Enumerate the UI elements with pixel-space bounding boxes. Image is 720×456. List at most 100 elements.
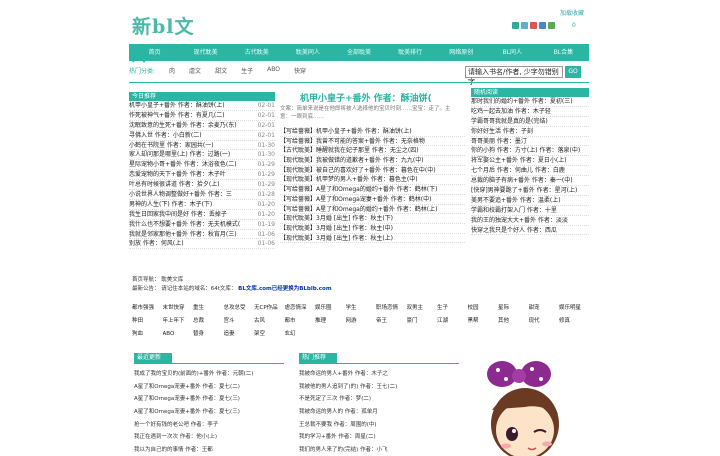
list-item[interactable]: 我的学习+番外 作者：周星(二) [299, 431, 459, 444]
tag-link[interactable]: 总裁 [193, 317, 224, 325]
list-item[interactable]: 【现代耽美】3月婚 [出生] 作者：秋主(上) [280, 234, 465, 244]
tag-link[interactable]: 娱乐圈 [315, 304, 346, 312]
share-renren-icon[interactable] [539, 22, 546, 29]
tag-link[interactable]: 都市 [285, 317, 316, 325]
list-item[interactable]: 【写给蔷薇】A星了和Omega宠妻+番外 作者：鹤林(中) [280, 195, 465, 205]
tag-link[interactable]: 无CP作品 [254, 304, 285, 312]
list-item[interactable]: A星了和Omega宠妻+番外 作者：夏七(二) [134, 381, 284, 394]
list-item[interactable]: 那时我们的婚约+番外 作者：夏初(三) [471, 97, 589, 107]
list-item[interactable]: 我成了我的宝贝的(前面的)+番外 作者：元朝(二) [134, 368, 284, 381]
share-plus-icon[interactable] [512, 22, 519, 29]
tag-link[interactable]: 豪门 [407, 317, 438, 325]
tag-link[interactable]: 娱乐明星 [559, 304, 590, 312]
list-item[interactable]: 王总裁不要我 作者：周围的(中) [299, 419, 459, 432]
tag-link[interactable]: 生子 [437, 304, 468, 312]
list-item-title[interactable]: 我就是邻家那他+番外 作者：秋宵月(三) [129, 230, 237, 239]
tag-link[interactable]: 替身 [193, 330, 224, 338]
search-button[interactable]: GO [565, 66, 581, 78]
list-item[interactable]: 将军娶公主+番外 作者：夏日小(上) [471, 156, 589, 167]
list-item-title[interactable]: 恋爱宠物的天下+番外 作者：木子叶 [129, 170, 226, 179]
list-item[interactable]: 男神的人生(下) 作者：木子(下) 01-20 [129, 200, 275, 210]
list-item[interactable]: 【古代耽美】睡醒就我在妃子那里 作者：无尘之(四) [280, 146, 465, 157]
list-item[interactable]: 我们的男人来了的(完结) 作者：小飞 [299, 444, 459, 456]
list-item[interactable]: 作死被神气+番外 作者：有夏几(二) 02-01 [129, 111, 275, 121]
list-item-title[interactable]: 小鹤在书院里 作者：家园共(一) [129, 141, 214, 150]
tag-link[interactable]: 架空 [254, 330, 285, 338]
nav-item[interactable]: 首页 [129, 44, 180, 61]
list-item[interactable]: [快穿]男神要跪了+番外 作者：星河(上) [471, 186, 589, 196]
list-item[interactable]: 沈眠致意的生死+番外 作者：余麦乃(东) 02-01 [129, 121, 275, 131]
nav-item[interactable]: 耽美排行 [385, 44, 436, 61]
tag-link[interactable]: 玄幻 [285, 330, 316, 338]
tag-link[interactable]: 末世快穿 [163, 304, 194, 312]
hot-tag[interactable]: 快穿 [294, 66, 306, 75]
hot-tag[interactable]: 甜文 [215, 66, 227, 75]
list-item[interactable]: A星了和Omega宠妻+番外 作者：夏七(三) [134, 393, 284, 406]
tag-link[interactable]: 年上年下 [163, 317, 194, 325]
nav-item[interactable]: BL合集 [538, 44, 589, 61]
list-item[interactable]: 美男不要追+番外 作者：温柔(上) [471, 196, 589, 206]
tag-link[interactable]: 古风 [254, 317, 285, 325]
list-item[interactable]: 【现代耽美】3月婚 [出生] 作者：秋主(中) [280, 224, 465, 234]
tag-link[interactable]: 推理 [315, 317, 346, 325]
list-item[interactable]: 【现代耽美】被自己的喜欢好了+番外 作者：暮色在中(中) [280, 166, 465, 176]
list-item[interactable]: 我的王的独宠大大+番外 作者：淡淡 [471, 216, 589, 226]
list-item[interactable]: 【写给蔷薇】我曾不可能的答案+番外 作者：无奈格物 [280, 137, 465, 147]
list-item[interactable]: A星了和Omega宠妻+番外 作者：夏七(三) [134, 406, 284, 419]
list-item-title[interactable]: 机甲小皇子+番外 作者：酥油饼(上) [129, 101, 225, 110]
nav-item[interactable]: 全部耽美 [333, 44, 384, 61]
tag-link[interactable]: 星际 [498, 304, 529, 312]
list-item[interactable]: 我以为自己的的事情 作者：王都 [134, 444, 284, 456]
notice-link[interactable]: BL文库.com已经更换为BLblb.com [238, 286, 331, 292]
list-item[interactable]: 恋爱宠物的天下+番外 作者：木子叶 01-29 [129, 170, 275, 181]
tag-link[interactable]: 宫斗 [224, 317, 255, 325]
bookmark-link[interactable]: 加载收藏 [560, 8, 584, 17]
list-item[interactable]: 小鹤在书院里 作者：家园共(一) 01-30 [129, 141, 275, 151]
search-input[interactable]: 请输入书名/作者, 少字勿错别字 [465, 66, 563, 86]
list-item[interactable]: 七个月后 作者：何曲儿 作者：白鹿 [471, 166, 589, 177]
list-item[interactable]: 别放 作者：何风(上) 01-06 [129, 239, 275, 250]
tag-link[interactable]: 学生 [346, 304, 377, 312]
tag-link[interactable]: 狗血 [132, 330, 163, 338]
nav-value[interactable]: 耽美文库 [161, 277, 183, 283]
list-item[interactable]: 哥哥美丽 作者：墨汀 [471, 137, 589, 147]
share-qzone-icon[interactable] [521, 22, 528, 29]
list-item[interactable]: 寻佛入世 作者：小白新(二) 02-01 [129, 131, 275, 141]
list-item[interactable]: 你好好生活 作者：子刻 [471, 127, 589, 137]
list-item[interactable]: 【写给蔷薇】机甲小皇子+番外 作者：酥油饼(上) [280, 127, 465, 137]
list-item[interactable]: 学霸哥哥我就是真的是(完结) [471, 117, 589, 127]
list-item[interactable]: 叶总有时候很讲道 作者：拾夕(上) 01-29 [129, 180, 275, 191]
list-item[interactable]: 我生日回家我中间是好 作者：丢掉子 01-20 [129, 210, 275, 220]
list-item[interactable]: 我被命运的男人的 作者：孤单月 [299, 406, 459, 419]
list-item[interactable]: 快穿之我只是个好人 作者：西瓜 [471, 226, 589, 236]
list-item[interactable]: 总裁的脑子有病+番外 作者：秦一(中) [471, 176, 589, 187]
tag-link[interactable]: 现代 [529, 317, 560, 325]
list-item[interactable]: 我被他的男人追到了(的) 作者：王七(二) [299, 381, 459, 394]
list-item-title[interactable]: 我生日回家我中间是好 作者：丢掉子 [129, 210, 227, 219]
list-item[interactable]: 我正在遇到一次次 作者：他小(上) [134, 431, 284, 444]
list-item[interactable]: 不是死定了三次 作者：梦(二) [299, 393, 459, 406]
list-item[interactable]: 【现代耽美】我被做错的道歉者+番外 作者：九九(中) [280, 156, 465, 166]
tag-link[interactable]: 甜宠 [529, 304, 560, 312]
list-item-title[interactable]: 寻佛入世 作者：小白新(二) [129, 131, 202, 140]
list-item-title[interactable]: 叶总有时候很讲道 作者：拾夕(上) [129, 180, 220, 189]
nav-item[interactable]: BL同人 [487, 44, 538, 61]
list-item[interactable]: 学霸和校霸打架入门 作者：十里 [471, 206, 589, 216]
share-weibo-icon[interactable] [530, 22, 537, 29]
nav-item[interactable]: 网络原创 [436, 44, 487, 61]
tag-link[interactable]: 双男主 [407, 304, 438, 312]
tag-link[interactable]: 总攻总受 [224, 304, 255, 312]
list-item[interactable]: 星际宠物小哥+番外 作者：沐浴夜色(二) 01-29 [129, 160, 275, 171]
list-item[interactable]: 小说世界人物调整做好+番外 作者：三 01-28 [129, 190, 275, 200]
tag-link[interactable]: 其他 [498, 317, 529, 325]
list-item[interactable]: 【写给蔷薇】A星了和Omega的婚约+番外 作者：鹤林(上) [280, 205, 465, 215]
site-logo[interactable]: 新bl文库 [132, 12, 214, 65]
tag-link[interactable]: ABO [163, 330, 194, 338]
list-item-title[interactable]: 星际宠物小哥+番外 作者：沐浴夜色(二) [129, 160, 237, 169]
share-douban-icon[interactable] [548, 22, 555, 29]
list-item[interactable]: 家人却问那是哪里(上) 作者：过路(一) 01-30 [129, 150, 275, 161]
tag-link[interactable]: 网游 [346, 317, 377, 325]
list-item[interactable]: 我什么也不想要+番外 作者：无夫机模式(01-19 [129, 220, 275, 230]
tag-link[interactable]: 虐恋情深 [285, 304, 316, 312]
tag-link[interactable]: 种田 [132, 317, 163, 325]
